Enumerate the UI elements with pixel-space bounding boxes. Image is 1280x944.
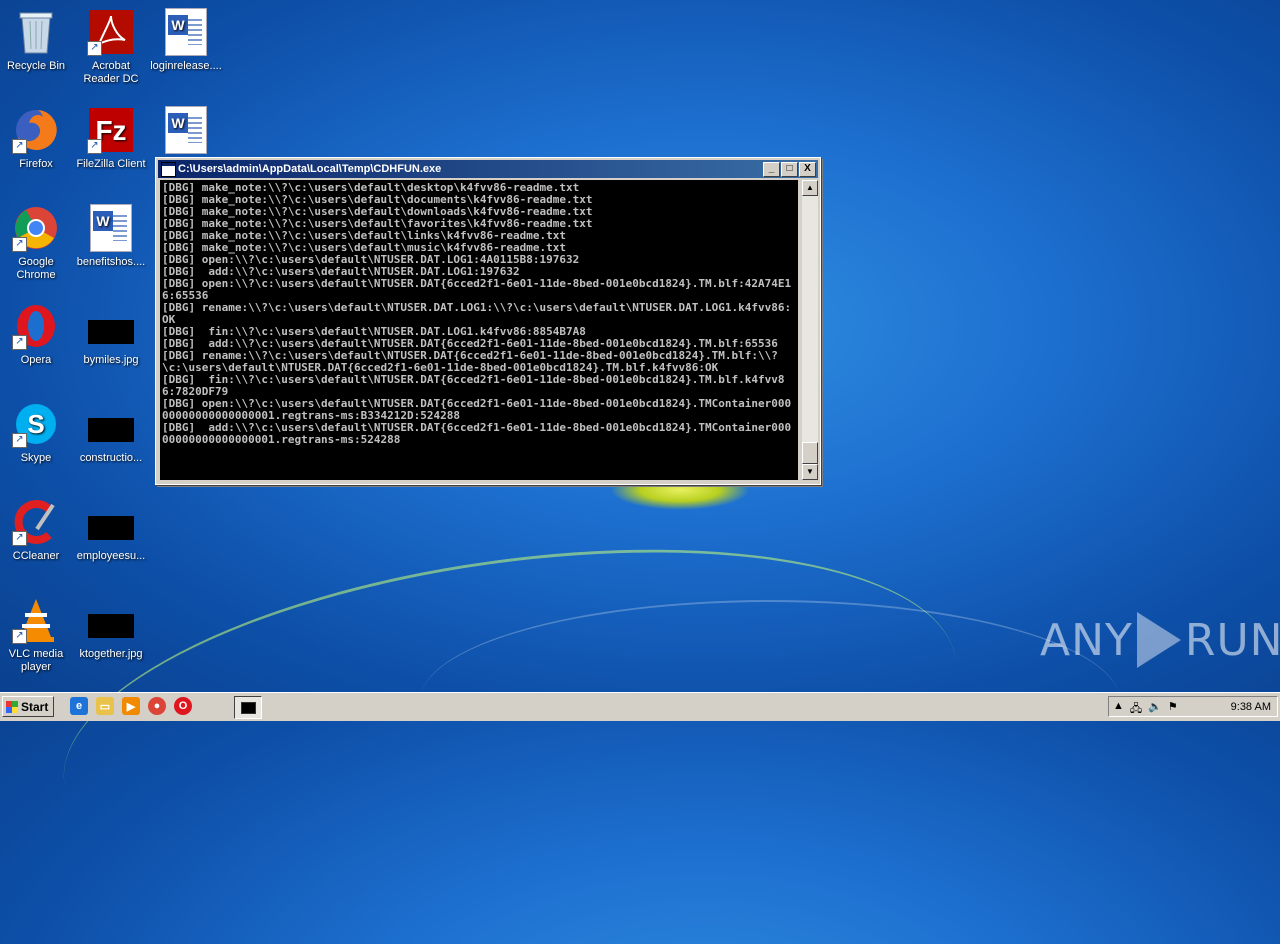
- scroll-thumb[interactable]: [802, 442, 818, 464]
- console-scrollbar[interactable]: ▲ ▼: [802, 180, 818, 480]
- word-doc-icon: W: [87, 204, 135, 252]
- shortcut-arrow-icon: ↗: [12, 629, 27, 644]
- desktop-icon-label: FileZilla Client: [76, 158, 146, 170]
- desktop-icon-label: CCleaner: [12, 550, 60, 562]
- desktop-icon-label: loginrelease....: [150, 60, 222, 72]
- desktop-icon-benefits-doc[interactable]: W benefitshos....: [73, 204, 149, 269]
- start-button[interactable]: Start: [2, 696, 54, 717]
- image-thumb-icon: [87, 498, 135, 546]
- desktop-icon-ccleaner[interactable]: ↗ CCleaner: [0, 498, 74, 563]
- desktop-icon-word-doc-2[interactable]: W: [148, 106, 224, 158]
- desktop-icon-opera[interactable]: ↗ Opera: [0, 302, 74, 367]
- opera-icon: ↗: [12, 302, 60, 350]
- desktop-icon-chrome[interactable]: ↗ Google Chrome: [0, 204, 74, 282]
- shortcut-arrow-icon: ↗: [87, 139, 102, 154]
- volume-icon[interactable]: 🔈: [1148, 700, 1162, 719]
- shortcut-arrow-icon: ↗: [12, 433, 27, 448]
- firefox-icon: ↗: [12, 106, 60, 154]
- anyrun-watermark: ANY RUN: [1040, 612, 1280, 668]
- tray-expand-icon[interactable]: ▲: [1113, 700, 1124, 719]
- desktop-icon-ktogether[interactable]: ktogether.jpg: [73, 596, 149, 661]
- shortcut-arrow-icon: ↗: [12, 335, 27, 350]
- system-tray: ▲ 🖧 🔈 ⚑ 9:38 AM: [1108, 696, 1278, 717]
- desktop-icon-label: bymiles.jpg: [83, 354, 139, 366]
- vlc-icon: ↗: [12, 596, 60, 644]
- desktop-icon-label: constructio...: [79, 452, 143, 464]
- desktop-icon-firefox[interactable]: ↗ Firefox: [0, 106, 74, 171]
- desktop-icon-label: Opera: [20, 354, 52, 366]
- ie-icon[interactable]: e: [70, 697, 88, 715]
- watermark-left: ANY: [1040, 614, 1133, 666]
- desktop-icon-label: VLC media player: [8, 648, 64, 673]
- desktop-icon-bymiles[interactable]: bymiles.jpg: [73, 302, 149, 367]
- quick-launch: e ▭ ▶ ● O: [70, 697, 192, 715]
- windows-logo-icon: [6, 701, 18, 713]
- filezilla-icon: Fz ↗: [87, 106, 135, 154]
- watermark-right: RUN: [1184, 614, 1280, 666]
- desktop-icon-label: Acrobat Reader DC: [83, 60, 139, 85]
- ccleaner-icon: ↗: [12, 498, 60, 546]
- console-output: [DBG] make_note:\\?\c:\users\default\des…: [162, 181, 792, 446]
- image-thumb-icon: [87, 400, 135, 448]
- acrobat-icon: ↗: [87, 8, 135, 56]
- desktop-icon-employees[interactable]: employeesu...: [73, 498, 149, 563]
- desktop-icon-recycle-bin[interactable]: Recycle Bin: [0, 8, 74, 73]
- scroll-up-icon[interactable]: ▲: [802, 180, 818, 196]
- shortcut-arrow-icon: ↗: [12, 237, 27, 252]
- clock[interactable]: 9:38 AM: [1231, 701, 1271, 713]
- svg-text:S: S: [27, 409, 44, 439]
- opera-icon[interactable]: O: [174, 697, 192, 715]
- console-app-icon: [161, 162, 176, 177]
- desktop-icon-label: benefitshos....: [76, 256, 146, 268]
- shortcut-arrow-icon: ↗: [12, 531, 27, 546]
- desktop-icon-filezilla[interactable]: Fz ↗ FileZilla Client: [73, 106, 149, 171]
- desktop-icon-construction[interactable]: constructio...: [73, 400, 149, 465]
- shortcut-arrow-icon: ↗: [87, 41, 102, 56]
- desktop-icon-vlc[interactable]: ↗ VLC media player: [0, 596, 74, 674]
- console-titlebar[interactable]: C:\Users\admin\AppData\Local\Temp\CDHFUN…: [158, 160, 818, 178]
- close-button[interactable]: X: [799, 162, 816, 177]
- minimize-button[interactable]: _: [763, 162, 780, 177]
- maximize-button[interactable]: □: [781, 162, 798, 177]
- scroll-down-icon[interactable]: ▼: [802, 464, 818, 480]
- taskbar: Start e ▭ ▶ ● O ▲ 🖧 🔈 ⚑ 9:38 AM: [0, 692, 1280, 721]
- start-label: Start: [21, 700, 49, 714]
- media-player-icon[interactable]: ▶: [122, 697, 140, 715]
- desktop-icon-loginrelease-doc[interactable]: W loginrelease....: [148, 8, 224, 73]
- console-title: C:\Users\admin\AppData\Local\Temp\CDHFUN…: [178, 163, 442, 175]
- shortcut-arrow-icon: ↗: [12, 139, 27, 154]
- desktop-icon-label: employeesu...: [76, 550, 146, 562]
- taskbar-console-button[interactable]: [234, 696, 262, 719]
- play-logo-icon: [1136, 612, 1181, 668]
- console-output-area[interactable]: [DBG] make_note:\\?\c:\users\default\des…: [160, 180, 798, 480]
- desktop-icon-acrobat[interactable]: ↗ Acrobat Reader DC: [73, 8, 149, 86]
- image-thumb-icon: [87, 302, 135, 350]
- desktop-icon-label: Firefox: [19, 158, 53, 170]
- image-thumb-icon: [87, 596, 135, 644]
- chrome-icon[interactable]: ●: [148, 697, 166, 715]
- desktop-icon-skype[interactable]: S ↗ Skype: [0, 400, 74, 465]
- skype-icon: S ↗: [12, 400, 60, 448]
- word-doc-icon: W: [162, 8, 210, 56]
- desktop-icon-label: Google Chrome: [16, 256, 56, 281]
- desktop-icon-label: ktogether.jpg: [79, 648, 143, 660]
- action-center-flag-icon[interactable]: ⚑: [1168, 700, 1178, 719]
- network-icon[interactable]: 🖧: [1130, 700, 1142, 719]
- desktop-icon-label: Recycle Bin: [6, 60, 66, 72]
- chrome-icon: ↗: [12, 204, 60, 252]
- desktop-icon-label: Skype: [20, 452, 52, 464]
- word-doc-icon: W: [162, 106, 210, 154]
- recycle-bin-icon: [12, 8, 60, 56]
- console-window[interactable]: C:\Users\admin\AppData\Local\Temp\CDHFUN…: [155, 157, 821, 485]
- explorer-icon[interactable]: ▭: [96, 697, 114, 715]
